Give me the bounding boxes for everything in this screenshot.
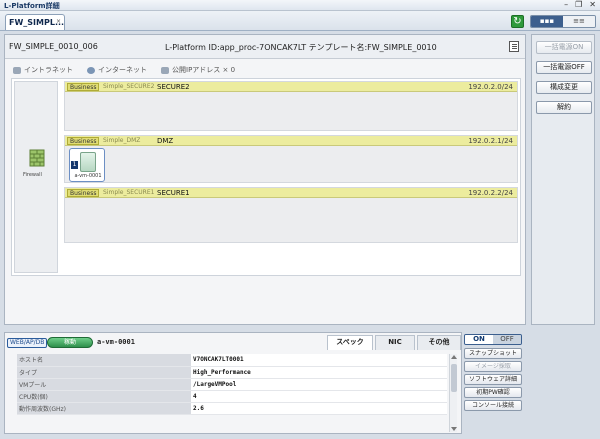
tab-strip: FW_SIMPL... × (0, 11, 600, 31)
table-row: CPU数(個) 4 (17, 390, 447, 403)
vm-control-panel: ON OFF スナップショット イメージ採取 ソフトウェア詳細 初期PW確認 コ… (464, 332, 524, 434)
list-view-icon[interactable]: ≡≡ (563, 16, 595, 27)
property-key: タイプ (17, 366, 191, 379)
software-detail-button[interactable]: ソフトウェア詳細 (464, 374, 522, 385)
internet-icon (87, 66, 95, 74)
public-ip-icon (161, 66, 169, 74)
vm-name: a-vm-0001 (97, 338, 135, 346)
detail-header: WEB/AP/DB 稼動 a-vm-0001 スペック NIC その他 (5, 333, 461, 351)
segment-ip: 192.0.2.0/24 (468, 83, 513, 91)
firewall-column: Firewall (14, 81, 58, 273)
segment-name: SECURE1 (157, 189, 190, 197)
snapshot-button[interactable]: スナップショット (464, 348, 522, 359)
change-config-button[interactable]: 構成変更 (536, 81, 592, 94)
image-capture-button[interactable]: イメージ採取 (464, 361, 522, 372)
tab-nic[interactable]: NIC (375, 335, 415, 350)
segment-type: Simple_DMZ (103, 137, 141, 144)
initial-password-button[interactable]: 初期PW確認 (464, 387, 522, 398)
segment-badge: Business (67, 137, 100, 145)
scroll-down-icon[interactable] (451, 427, 457, 431)
cancel-contract-button[interactable]: 解約 (536, 101, 592, 114)
tab-other[interactable]: その他 (417, 335, 461, 350)
segment-badge: Business (67, 189, 100, 197)
minimize-icon[interactable]: – (564, 0, 568, 10)
vm-index: 1 (71, 161, 78, 169)
platform-info-bar: FW_SIMPLE_0010_006 L-Platform ID:app_pro… (5, 35, 525, 59)
tab-close-icon[interactable]: × (56, 18, 61, 25)
power-toggle[interactable]: ON OFF (464, 334, 522, 345)
power-on-option[interactable]: ON (465, 335, 493, 344)
segment-type: Simple_SECURE2 (103, 83, 155, 90)
view-toggle[interactable]: ▪▪▪ ≡≡ (530, 15, 596, 28)
console-connect-button[interactable]: コンソール接続 (464, 400, 522, 411)
legend-label: 公開IPアドレス × 0 (172, 66, 236, 74)
close-icon[interactable]: ✕ (589, 0, 596, 10)
segment-type: Simple_SECURE1 (103, 189, 155, 196)
segment-dmz[interactable]: Business Simple_DMZ DMZ 192.0.2.1/24 1 a… (64, 135, 518, 183)
legend-label: インターネット (98, 66, 147, 74)
topology-panel: FW_SIMPLE_0010_006 L-Platform ID:app_pro… (4, 34, 526, 325)
segment-secure1[interactable]: Business Simple_SECURE1 SECURE1 192.0.2.… (64, 187, 518, 243)
segment-name: SECURE2 (157, 83, 190, 91)
segment-ip: 192.0.2.1/24 (468, 137, 513, 145)
table-row: VMプール /LargeVMPool (17, 378, 447, 391)
legend-label: イントラネット (24, 66, 73, 74)
segment-header: Business Simple_DMZ DMZ 192.0.2.1/24 (65, 136, 517, 146)
firewall-icon[interactable] (29, 148, 45, 168)
property-key: CPU数(個) (17, 390, 191, 403)
scroll-thumb[interactable] (451, 364, 457, 392)
refresh-button[interactable]: ↻ (511, 15, 524, 28)
legend-public-ip: 公開IPアドレス × 0 (161, 65, 235, 75)
platform-name: FW_SIMPLE_0010_006 (9, 42, 98, 51)
vm-detail-panel: WEB/AP/DB 稼動 a-vm-0001 スペック NIC その他 ホスト名… (4, 332, 462, 434)
spec-table: ホスト名 V7ONCAK7LT0001 タイプ High_Performance… (17, 354, 447, 415)
segment-secure2[interactable]: Business Simple_SECURE2 SECURE2 192.0.2.… (64, 81, 518, 131)
table-row: 動作周波数(GHz) 2.6 (17, 402, 447, 415)
server-icon (80, 152, 96, 172)
table-row: ホスト名 V7ONCAK7LT0001 (17, 354, 447, 367)
property-value: 2.6 (191, 402, 447, 415)
refresh-icon: ↻ (513, 16, 522, 27)
property-value: 4 (191, 390, 447, 403)
legend: イントラネット インターネット 公開IPアドレス × 0 (13, 65, 235, 75)
document-icon[interactable] (509, 41, 519, 52)
network-area: Firewall Business Simple_SECURE2 SECURE2… (11, 78, 521, 276)
segment-header: Business Simple_SECURE2 SECURE2 192.0.2.… (65, 82, 517, 92)
platform-id: L-Platform ID:app_proc-7ONCAK7LT テンプレート名… (165, 43, 437, 52)
vm-label: a-vm-0001 (74, 173, 102, 179)
power-off-all-button[interactable]: 一括電源OFF (536, 61, 592, 74)
table-row: タイプ High_Performance (17, 366, 447, 379)
property-key: ホスト名 (17, 354, 191, 367)
property-value: High_Performance (191, 366, 447, 379)
vm-card[interactable]: 1 a-vm-0001 (69, 148, 105, 182)
power-off-option[interactable]: OFF (493, 335, 521, 344)
segment-header: Business Simple_SECURE1 SECURE1 192.0.2.… (65, 188, 517, 198)
legend-intranet: イントラネット (13, 65, 73, 75)
property-key: 動作周波数(GHz) (17, 402, 191, 415)
property-value: /LargeVMPool (191, 378, 447, 391)
window-titlebar: L-Platform詳細 – ❐ ✕ (0, 0, 600, 11)
tab-fw-simple[interactable]: FW_SIMPL... × (5, 14, 65, 30)
table-scrollbar[interactable] (449, 354, 457, 432)
legend-internet: インターネット (87, 65, 147, 75)
action-panel: 一括電源ON 一括電源OFF 構成変更 解約 (531, 34, 595, 325)
window-title: L-Platform詳細 (4, 2, 60, 10)
segment-name: DMZ (157, 137, 174, 145)
power-on-all-button[interactable]: 一括電源ON (536, 41, 592, 54)
scroll-up-icon[interactable] (451, 355, 457, 359)
status-badge: 稼動 (47, 337, 93, 348)
grid-view-icon[interactable]: ▪▪▪ (531, 16, 563, 27)
tab-spec[interactable]: スペック (327, 335, 373, 350)
property-value: V7ONCAK7LT0001 (191, 354, 447, 367)
firewall-label: Firewall (23, 172, 42, 178)
intranet-icon (13, 66, 21, 74)
role-tag: WEB/AP/DB (7, 338, 48, 348)
segment-badge: Business (67, 83, 100, 91)
maximize-icon[interactable]: ❐ (575, 0, 582, 10)
property-key: VMプール (17, 378, 191, 391)
window-controls: – ❐ ✕ (564, 0, 596, 10)
segment-ip: 192.0.2.2/24 (468, 189, 513, 197)
